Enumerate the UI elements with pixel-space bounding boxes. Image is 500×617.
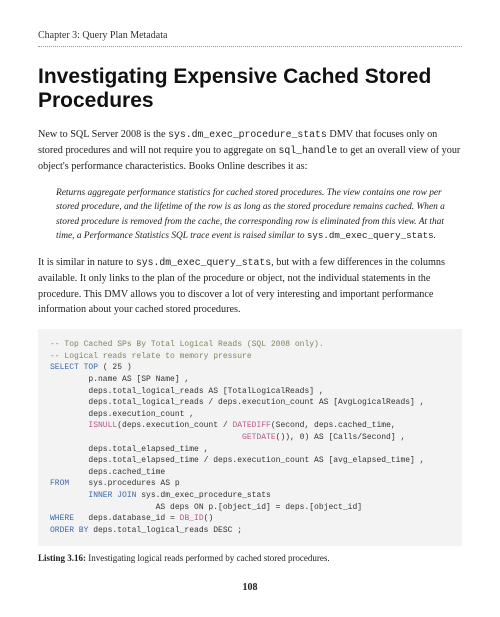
quote-text: . xyxy=(434,231,436,241)
code-text: deps.total_elapsed_time , xyxy=(50,445,208,454)
code-text: deps.database_id = xyxy=(74,514,180,523)
code-text: ()), 0) AS [Calls/Second] , xyxy=(276,433,406,442)
code-text: p.name AS [SP Name] , xyxy=(50,375,189,384)
code-comment: -- Top Cached SPs By Total Logical Reads… xyxy=(50,340,324,349)
chapter-header: Chapter 3: Query Plan Metadata xyxy=(38,28,462,47)
listing-text: Investigating logical reads performed by… xyxy=(86,553,330,563)
listing-label: Listing 3.16: xyxy=(38,553,86,563)
block-quote: Returns aggregate performance statistics… xyxy=(56,186,462,244)
inline-code: sql_handle xyxy=(278,145,337,156)
code-keyword: SELECT TOP xyxy=(50,363,98,372)
code-listing: -- Top Cached SPs By Total Logical Reads… xyxy=(38,329,462,546)
code-text: deps.total_logical_reads DESC ; xyxy=(88,526,242,535)
code-text: () xyxy=(204,514,214,523)
code-keyword: FROM xyxy=(50,479,69,488)
code-text: deps.total_logical_reads / deps.executio… xyxy=(50,398,424,407)
code-text: (Second, deps.cached_time, xyxy=(271,421,396,430)
code-text: deps.cached_time xyxy=(50,468,165,477)
code-function: GETDATE xyxy=(242,433,276,442)
listing-caption: Listing 3.16: Investigating logical read… xyxy=(38,552,462,566)
inline-code: sys.dm_exec_query_stats xyxy=(136,257,271,268)
code-text xyxy=(50,421,88,430)
inline-code: sys.dm_exec_query_stats xyxy=(307,230,434,241)
intro-paragraph: New to SQL Server 2008 is the sys.dm_exe… xyxy=(38,127,462,174)
code-text: sys.dm_exec_procedure_stats xyxy=(136,491,270,500)
inline-code: sys.dm_exec_procedure_stats xyxy=(168,129,327,140)
body-paragraph: It is similar in nature to sys.dm_exec_q… xyxy=(38,255,462,318)
code-comment: -- Logical reads relate to memory pressu… xyxy=(50,352,252,361)
code-keyword: ORDER BY xyxy=(50,526,88,535)
code-function: DATEDIFF xyxy=(232,421,270,430)
page-number: 108 xyxy=(38,580,462,595)
code-text xyxy=(50,433,242,442)
code-text: (deps.execution_count / xyxy=(117,421,232,430)
code-keyword: WHERE xyxy=(50,514,74,523)
code-function: ISNULL xyxy=(88,421,117,430)
code-text: ( 25 ) xyxy=(98,363,132,372)
code-text: deps.total_logical_reads AS [TotalLogica… xyxy=(50,387,324,396)
code-function: DB_ID xyxy=(180,514,204,523)
code-keyword: INNER JOIN xyxy=(50,491,136,500)
code-text: deps.execution_count , xyxy=(50,410,194,419)
text: It is similar in nature to xyxy=(38,257,136,268)
code-text: sys.procedures AS p xyxy=(69,479,179,488)
page-title: Investigating Expensive Cached Stored Pr… xyxy=(38,65,462,113)
code-text: AS deps ON p.[object_id] = deps.[object_… xyxy=(50,503,362,512)
code-text: deps.total_elapsed_time / deps.execution… xyxy=(50,456,424,465)
text: New to SQL Server 2008 is the xyxy=(38,129,168,140)
